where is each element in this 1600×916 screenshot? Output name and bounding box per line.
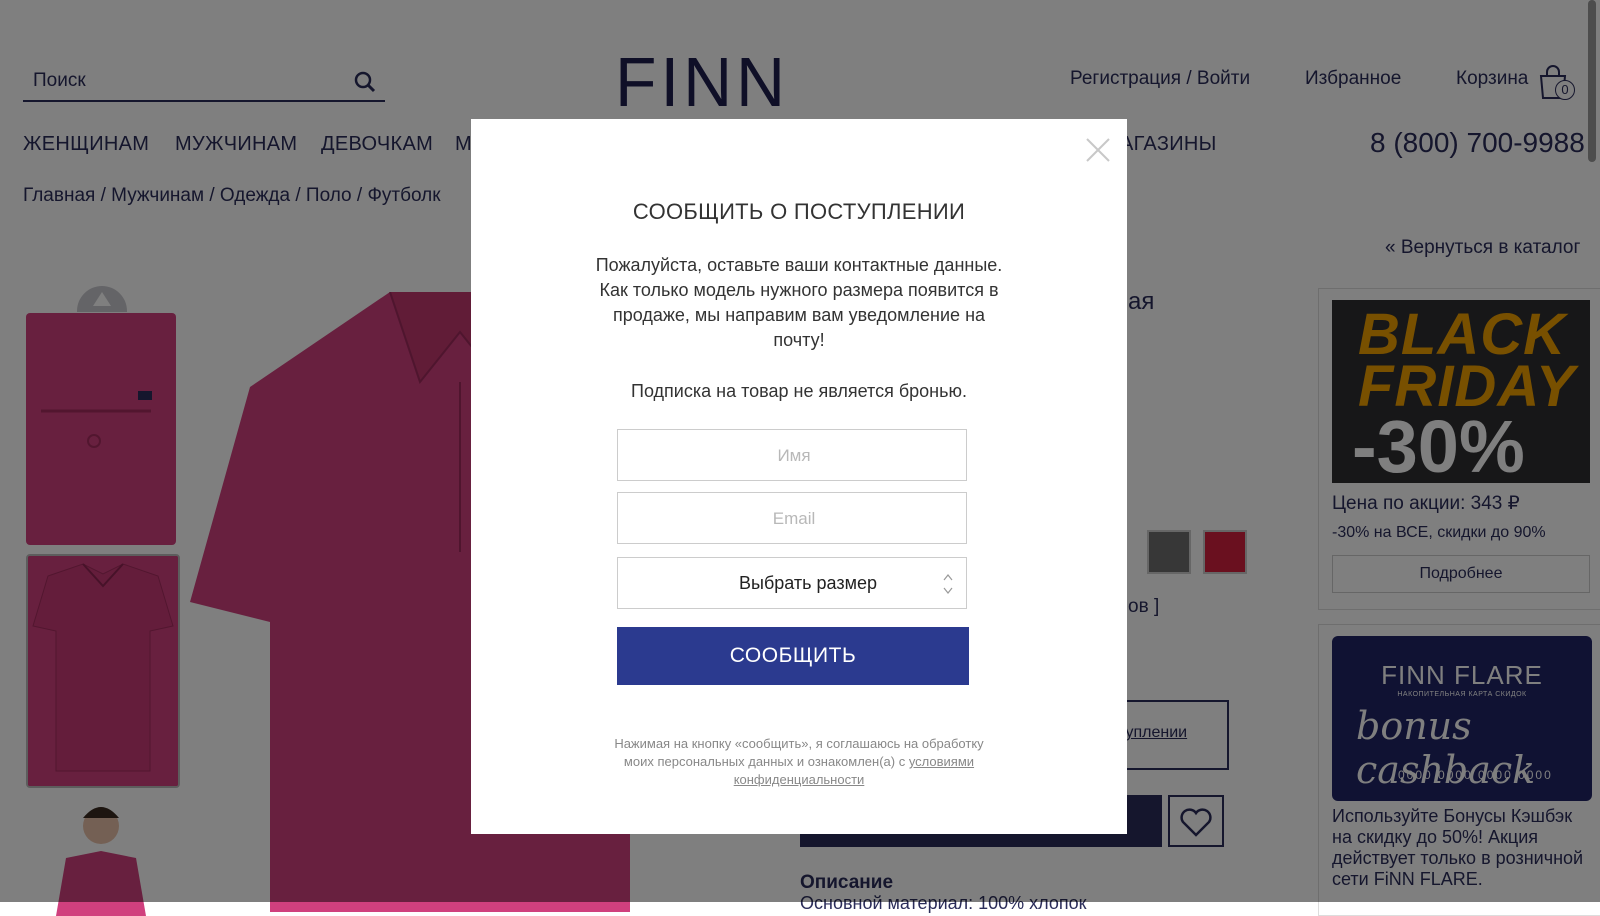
email-field [617, 492, 970, 545]
consent-text: Нажимая на кнопку «сообщить», я соглашаю… [599, 735, 999, 789]
name-field [617, 429, 970, 482]
notify-arrival-modal: СООБЩИТЬ О ПОСТУПЛЕНИИ Пожалуйста, остав… [471, 119, 1127, 834]
name-input[interactable] [618, 430, 970, 482]
modal-title: СООБЩИТЬ О ПОСТУПЛЕНИИ [632, 199, 966, 224]
modal-description: Пожалуйста, оставьте ваши контактные дан… [595, 255, 1003, 350]
modal-note: Подписка на товар не является бронью. [631, 381, 967, 401]
submit-notify-button[interactable]: СООБЩИТЬ [617, 627, 969, 685]
size-select[interactable]: Выбрать размер [617, 557, 967, 609]
size-select-value: Выбрать размер [739, 573, 877, 593]
close-icon[interactable] [1085, 137, 1111, 163]
select-arrows-icon [943, 574, 953, 594]
email-input[interactable] [618, 493, 970, 545]
